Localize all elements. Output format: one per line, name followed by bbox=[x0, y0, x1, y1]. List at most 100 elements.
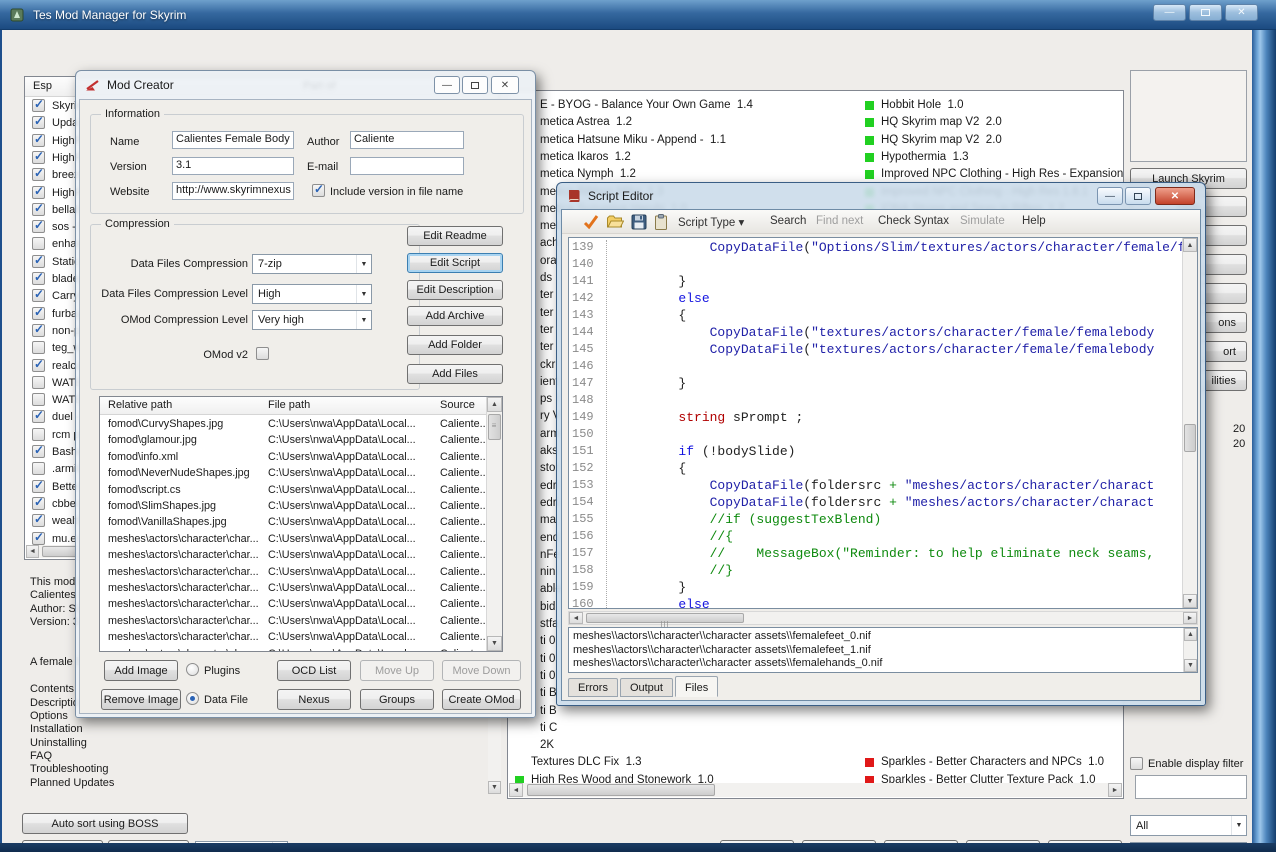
move-down-button[interactable]: Move Down bbox=[442, 660, 521, 681]
chevron-down-icon[interactable]: ▼ bbox=[356, 255, 371, 273]
add-folder-button[interactable]: Add Folder bbox=[407, 335, 503, 355]
esp-column-header[interactable]: Esp bbox=[33, 80, 52, 92]
open-folder-icon[interactable] bbox=[606, 213, 624, 231]
table-row[interactable]: meshes\actors\character\char...C:\Users\… bbox=[100, 630, 486, 646]
scroll-right-icon[interactable]: ► bbox=[1108, 783, 1122, 797]
esp-item-checkbox[interactable] bbox=[32, 480, 45, 493]
create-omod-button[interactable]: Create OMod bbox=[442, 689, 521, 710]
plugins-radio-label[interactable]: Plugins bbox=[204, 665, 240, 677]
esp-item-checkbox[interactable] bbox=[32, 359, 45, 372]
save-icon[interactable] bbox=[630, 213, 648, 231]
simulate-menu[interactable]: Simulate bbox=[960, 215, 1005, 227]
author-field[interactable]: Caliente bbox=[350, 131, 464, 149]
scrollbar-thumb[interactable] bbox=[527, 784, 715, 796]
table-row[interactable]: meshes\actors\character\char...C:\Users\… bbox=[100, 532, 486, 548]
ocd-list-button[interactable]: OCD List bbox=[277, 660, 351, 681]
esp-item-checkbox[interactable] bbox=[32, 203, 45, 216]
files-box-scrollbar[interactable]: ▲ ▼ bbox=[1183, 628, 1197, 672]
plugins-radio[interactable] bbox=[186, 663, 199, 676]
close-icon[interactable]: ✕ bbox=[1155, 187, 1195, 205]
enable-display-filter-checkbox[interactable] bbox=[1130, 757, 1143, 770]
mod-row[interactable]: Hypothermia 1.3 bbox=[508, 149, 1123, 166]
tab-files[interactable]: Files bbox=[675, 676, 718, 697]
esp-item-checkbox[interactable] bbox=[32, 532, 45, 545]
scrollbar-thumb[interactable]: ||| bbox=[586, 613, 744, 623]
esp-item-checkbox[interactable] bbox=[32, 237, 45, 250]
scroll-down-icon[interactable]: ▼ bbox=[487, 636, 502, 651]
omod-v2-checkbox[interactable] bbox=[256, 347, 269, 360]
esp-item-checkbox[interactable] bbox=[32, 289, 45, 302]
scroll-left-icon[interactable]: ◄ bbox=[26, 545, 39, 558]
esp-item-checkbox[interactable] bbox=[32, 445, 45, 458]
mod-row[interactable]: HQ Skyrim map V2 2.0 bbox=[508, 114, 1123, 131]
mod-row[interactable]: 2K bbox=[508, 737, 1123, 754]
scroll-down-icon[interactable]: ▼ bbox=[1184, 659, 1197, 672]
esp-item-checkbox[interactable] bbox=[32, 514, 45, 527]
move-up-button[interactable]: Move Up bbox=[360, 660, 434, 681]
esp-item-checkbox[interactable] bbox=[32, 341, 45, 354]
esp-item-checkbox[interactable] bbox=[32, 151, 45, 164]
mod-creator-titlebar[interactable]: Mod Creator — ✕ bbox=[76, 71, 535, 99]
scroll-down-icon[interactable]: ▼ bbox=[1183, 594, 1197, 608]
auto-sort-boss-button[interactable]: Auto sort using BOSS bbox=[22, 813, 188, 834]
add-archive-button[interactable]: Add Archive bbox=[407, 306, 503, 326]
esp-item-checkbox[interactable] bbox=[32, 99, 45, 112]
search-menu[interactable]: Search bbox=[770, 215, 806, 227]
scroll-up-icon[interactable]: ▲ bbox=[1183, 238, 1197, 252]
check-icon[interactable] bbox=[582, 213, 600, 231]
filter-input[interactable] bbox=[1135, 775, 1247, 799]
table-row[interactable]: fomod\SlimShapes.jpgC:\Users\nwa\AppData… bbox=[100, 499, 486, 515]
paste-icon[interactable] bbox=[652, 213, 670, 231]
nexus-button[interactable]: Nexus bbox=[277, 689, 351, 710]
chevron-down-icon[interactable]: ▼ bbox=[356, 311, 371, 329]
maximize-icon[interactable] bbox=[1125, 187, 1151, 205]
email-field[interactable] bbox=[350, 157, 464, 175]
script-files-box[interactable]: meshes\\actors\\character\\character ass… bbox=[568, 627, 1198, 673]
table-row[interactable]: meshes\actors\character\char...C:\Users\… bbox=[100, 581, 486, 597]
esp-item-checkbox[interactable] bbox=[32, 220, 45, 233]
esp-item-checkbox[interactable] bbox=[32, 410, 45, 423]
table-row[interactable]: fomod\glamour.jpgC:\Users\nwa\AppData\Lo… bbox=[100, 433, 486, 449]
code-horizontal-scrollbar[interactable]: ◄ ||| ► bbox=[568, 611, 1198, 625]
script-editor-titlebar[interactable]: Script Editor — ✕ bbox=[557, 183, 1205, 209]
tab-output[interactable]: Output bbox=[620, 678, 673, 697]
scrollbar-thumb[interactable]: ≡ bbox=[488, 414, 501, 440]
mod-row[interactable]: Hobbit Hole 1.0 bbox=[508, 97, 1123, 114]
column-header[interactable]: Source bbox=[440, 399, 475, 411]
chevron-down-icon[interactable]: ▼ bbox=[1231, 816, 1246, 835]
esp-item-checkbox[interactable] bbox=[32, 168, 45, 181]
esp-item-checkbox[interactable] bbox=[32, 116, 45, 129]
table-row[interactable]: fomod\VanillaShapes.jpgC:\Users\nwa\AppD… bbox=[100, 515, 486, 531]
esp-item-checkbox[interactable] bbox=[32, 376, 45, 389]
esp-item-checkbox[interactable] bbox=[32, 393, 45, 406]
mod-row[interactable]: ti C bbox=[508, 720, 1123, 737]
esp-item-checkbox[interactable] bbox=[32, 255, 45, 268]
filter-all-combo[interactable]: All ▼ bbox=[1130, 815, 1247, 836]
close-icon[interactable]: ✕ bbox=[491, 76, 519, 94]
esp-item-checkbox[interactable] bbox=[32, 462, 45, 475]
esp-item-checkbox[interactable] bbox=[32, 497, 45, 510]
maximize-icon[interactable] bbox=[1189, 4, 1222, 21]
scroll-left-icon[interactable]: ◄ bbox=[569, 612, 583, 624]
table-row[interactable]: meshes\actors\character\char...C:\Users\… bbox=[100, 647, 486, 651]
maximize-icon[interactable] bbox=[462, 76, 488, 94]
mod-row[interactable]: Sparkles - Better Characters and NPCs 1.… bbox=[508, 754, 1123, 771]
mod-row[interactable]: Improved NPC Clothing - High Res - Expan… bbox=[508, 166, 1123, 183]
find-next-menu[interactable]: Find next bbox=[816, 215, 863, 227]
esp-item-checkbox[interactable] bbox=[32, 272, 45, 285]
data-file-radio[interactable] bbox=[186, 692, 199, 705]
check-syntax-menu[interactable]: Check Syntax bbox=[878, 215, 949, 227]
add-image-button[interactable]: Add Image bbox=[104, 660, 178, 681]
code-editor[interactable]: 1391401411421431441451461471481491501511… bbox=[568, 237, 1198, 609]
minimize-icon[interactable]: — bbox=[1097, 187, 1123, 205]
code-vertical-scrollbar[interactable]: ▲ ▼ bbox=[1182, 238, 1197, 608]
script-type-menu[interactable]: Script Type ▾ bbox=[678, 215, 744, 229]
esp-item-checkbox[interactable] bbox=[32, 186, 45, 199]
data-file-radio-label[interactable]: Data File bbox=[204, 694, 248, 706]
files-table-scrollbar[interactable]: ▲ ≡ ▼ bbox=[486, 397, 502, 651]
scroll-up-icon[interactable]: ▲ bbox=[1184, 628, 1197, 641]
table-row[interactable]: fomod\info.xmlC:\Users\nwa\AppData\Local… bbox=[100, 450, 486, 466]
table-row[interactable]: meshes\actors\character\char...C:\Users\… bbox=[100, 565, 486, 581]
mod-list-horizontal-scrollbar[interactable]: ◄ ► bbox=[509, 783, 1122, 797]
table-row[interactable]: fomod\script.csC:\Users\nwa\AppData\Loca… bbox=[100, 483, 486, 499]
